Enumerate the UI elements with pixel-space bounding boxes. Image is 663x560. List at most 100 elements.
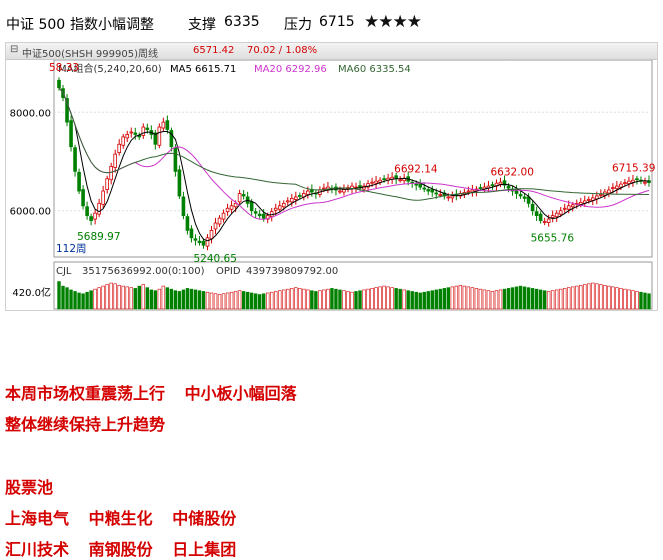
volume-bar <box>619 288 623 310</box>
candle-body <box>306 190 310 195</box>
volume-bar <box>149 289 154 310</box>
volume-bar <box>338 289 342 310</box>
index-name: 中证 500 <box>6 17 66 33</box>
candle-body <box>289 198 294 203</box>
candle-body <box>73 147 77 172</box>
volume-bar <box>583 284 587 310</box>
volume-bar <box>366 288 370 310</box>
collapse-icon[interactable]: ⊟ <box>10 44 18 55</box>
candle-body <box>57 79 61 89</box>
candlestick-chart[interactable]: 8000.006000.00420.0亿MA组合(5,240,20,60) MA5… <box>6 60 657 310</box>
volume-bar <box>482 289 487 310</box>
candle-body <box>322 187 326 190</box>
candle-body <box>257 213 262 217</box>
candle-body <box>611 187 615 189</box>
stock-pool-title: 股票池 <box>5 474 67 498</box>
candle-body <box>273 207 278 211</box>
pool-stock[interactable]: 中粮生化 <box>89 509 153 528</box>
volume-bar <box>109 282 113 310</box>
volume-bar <box>342 290 346 310</box>
volume-bar <box>462 285 467 310</box>
market-summary-line1: 本周市场权重震荡上行 中小板小幅回落 <box>5 380 311 404</box>
volume-bar <box>201 291 206 310</box>
y-tick-label: 8000.00 <box>10 108 51 119</box>
volume-bar <box>466 286 471 310</box>
chart-change: 70.02 / 1.08% <box>247 45 318 56</box>
candle-body <box>225 207 230 213</box>
volume-bar <box>603 285 607 310</box>
rating-stars: ★★★★ <box>364 12 422 32</box>
y-tick-label: 6000.00 <box>10 207 51 218</box>
pool-stock[interactable]: 上海电气 <box>5 509 69 528</box>
volume-bar <box>522 286 527 310</box>
volume-bar <box>430 290 434 310</box>
volume-bar <box>241 291 246 310</box>
candle-body <box>181 196 186 217</box>
volume-bar <box>398 288 402 310</box>
candle-body <box>607 189 611 194</box>
price-annotation: 6692.14 <box>394 164 438 176</box>
candle-body <box>374 180 378 184</box>
volume-tick-label: 420.0亿 <box>12 286 51 299</box>
ma20-line <box>58 87 650 220</box>
candle-body <box>450 195 455 199</box>
ma5-label: MA5 6615.71 <box>170 64 236 75</box>
ma60-label: MA60 6335.54 <box>338 64 411 75</box>
volume-bar <box>274 291 278 310</box>
candle-body <box>562 207 567 210</box>
volume-bar <box>282 289 286 310</box>
candle-body <box>498 181 503 185</box>
pool-stock[interactable]: 日上集团 <box>172 540 236 559</box>
candle-body <box>490 184 495 187</box>
volume-bar <box>189 288 194 310</box>
pool-stock[interactable]: 南钢股份 <box>89 540 153 559</box>
volume-bar <box>587 283 591 310</box>
candle-body <box>534 211 539 217</box>
volume-bar <box>89 290 93 310</box>
volume-bar <box>97 287 101 310</box>
candle-body <box>599 194 603 196</box>
volume-bar <box>157 288 162 310</box>
resistance-value: 6715 <box>319 14 355 30</box>
volume-bar <box>229 291 234 310</box>
candle-body <box>165 120 170 130</box>
volume-bar <box>378 286 382 310</box>
volume-bar <box>639 291 643 310</box>
volume-bar <box>290 288 294 310</box>
volume-bar <box>141 284 145 310</box>
price-plot-frame <box>53 60 653 258</box>
candle-body <box>546 218 551 223</box>
cjl-label: CJL <box>56 266 72 277</box>
volume-bar <box>270 291 274 310</box>
volume-bar <box>591 282 595 310</box>
volume-bar <box>402 289 406 310</box>
volume-bar <box>57 281 61 310</box>
volume-bar <box>334 288 338 310</box>
pool-stock[interactable]: 汇川技术 <box>5 540 69 559</box>
stock-chart-panel[interactable]: ⊟ 中证500(SHSH 999905)周线 6571.42 70.02 / 1… <box>5 42 658 311</box>
volume-bar <box>294 287 298 310</box>
cjl-value: 35175636992.00(0:100) <box>82 266 205 277</box>
candle-body <box>177 169 182 197</box>
candle-body <box>93 212 97 220</box>
candle-body <box>205 237 210 247</box>
pool-stock[interactable]: 中储股份 <box>172 509 236 528</box>
volume-bar <box>169 288 174 310</box>
volume-bar <box>121 285 125 310</box>
stock-pool-row2: 汇川技术 南钢股份 日上集团 <box>5 536 250 560</box>
volume-bar <box>386 286 390 310</box>
volume-bar <box>133 288 137 310</box>
candle-body <box>414 183 419 186</box>
volume-bar <box>418 292 422 310</box>
candle-body <box>293 196 298 200</box>
candle-body <box>157 126 162 146</box>
volume-bar <box>257 294 262 310</box>
volume-bar <box>310 290 314 310</box>
volume-bar <box>382 285 386 310</box>
summary-text-3: 整体继续保持上升趋势 <box>5 415 166 434</box>
candle-body <box>623 182 627 185</box>
volume-bar <box>406 290 410 310</box>
volume-bar <box>237 290 242 310</box>
candle-body <box>193 238 198 241</box>
candle-body <box>530 203 535 212</box>
